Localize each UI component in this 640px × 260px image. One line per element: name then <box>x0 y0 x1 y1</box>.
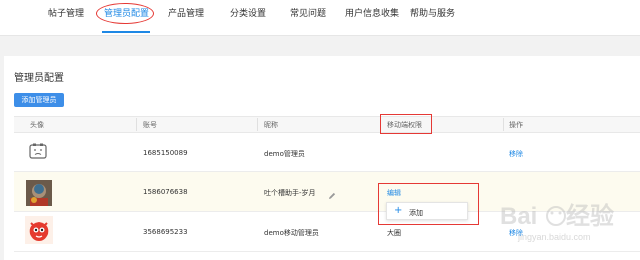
nav-tab-posts[interactable]: 帖子管理 <box>48 0 84 36</box>
svg-text:jingyan.baidu.com: jingyan.baidu.com <box>517 232 591 242</box>
column-header-account: 账号 <box>143 121 157 129</box>
dark-photo-avatar <box>26 180 52 206</box>
column-divider <box>503 118 504 131</box>
table-header <box>14 116 640 133</box>
pencil-icon[interactable] <box>327 186 337 199</box>
column-header-action: 操作 <box>509 121 523 129</box>
table-row <box>14 134 640 172</box>
svg-text:经验: 经验 <box>566 202 614 230</box>
red-mascot-avatar <box>25 216 53 244</box>
top-nav-bar: 帖子管理 管理员配置 产品管理 分类设置 常见问题 用户信息收集 帮助与服务 <box>0 0 640 36</box>
account-cell: 3568695233 <box>143 228 188 236</box>
nav-tab-help[interactable]: 帮助与服务 <box>410 0 455 36</box>
svg-text:Bai: Bai <box>500 203 537 230</box>
page-title: 管理员配置 <box>14 73 64 84</box>
annotation-box <box>378 183 479 225</box>
account-cell: 1586076638 <box>143 188 188 196</box>
add-admin-button[interactable]: 添加管理员 <box>14 93 64 107</box>
column-divider <box>136 118 137 131</box>
nav-tab-categories[interactable]: 分类设置 <box>230 0 266 36</box>
nav-tab-faq[interactable]: 常见问题 <box>290 0 326 36</box>
annotation-circle <box>96 3 154 24</box>
annotation-box <box>380 114 432 134</box>
nickname-cell: demo移动管理员 <box>264 229 319 237</box>
nickname-cell: 吐个槽助手-岁月 <box>264 189 316 197</box>
nav-tab-user-info[interactable]: 用户信息收集 <box>345 0 399 36</box>
nickname-cell: demo管理员 <box>264 150 305 158</box>
active-tab-underline <box>102 31 150 33</box>
mobile-permission-cell: 大圈 <box>387 229 401 237</box>
baidu-watermark: Bai 经验 jingyan.baidu.com <box>498 196 638 246</box>
nav-tab-products[interactable]: 产品管理 <box>168 0 204 36</box>
column-header-nickname: 昵称 <box>264 121 278 129</box>
column-divider <box>257 118 258 131</box>
placeholder-face-icon <box>28 142 48 162</box>
remove-link[interactable]: 移除 <box>509 149 523 159</box>
account-cell: 1685150089 <box>143 149 188 157</box>
column-header-avatar: 头像 <box>30 121 44 129</box>
